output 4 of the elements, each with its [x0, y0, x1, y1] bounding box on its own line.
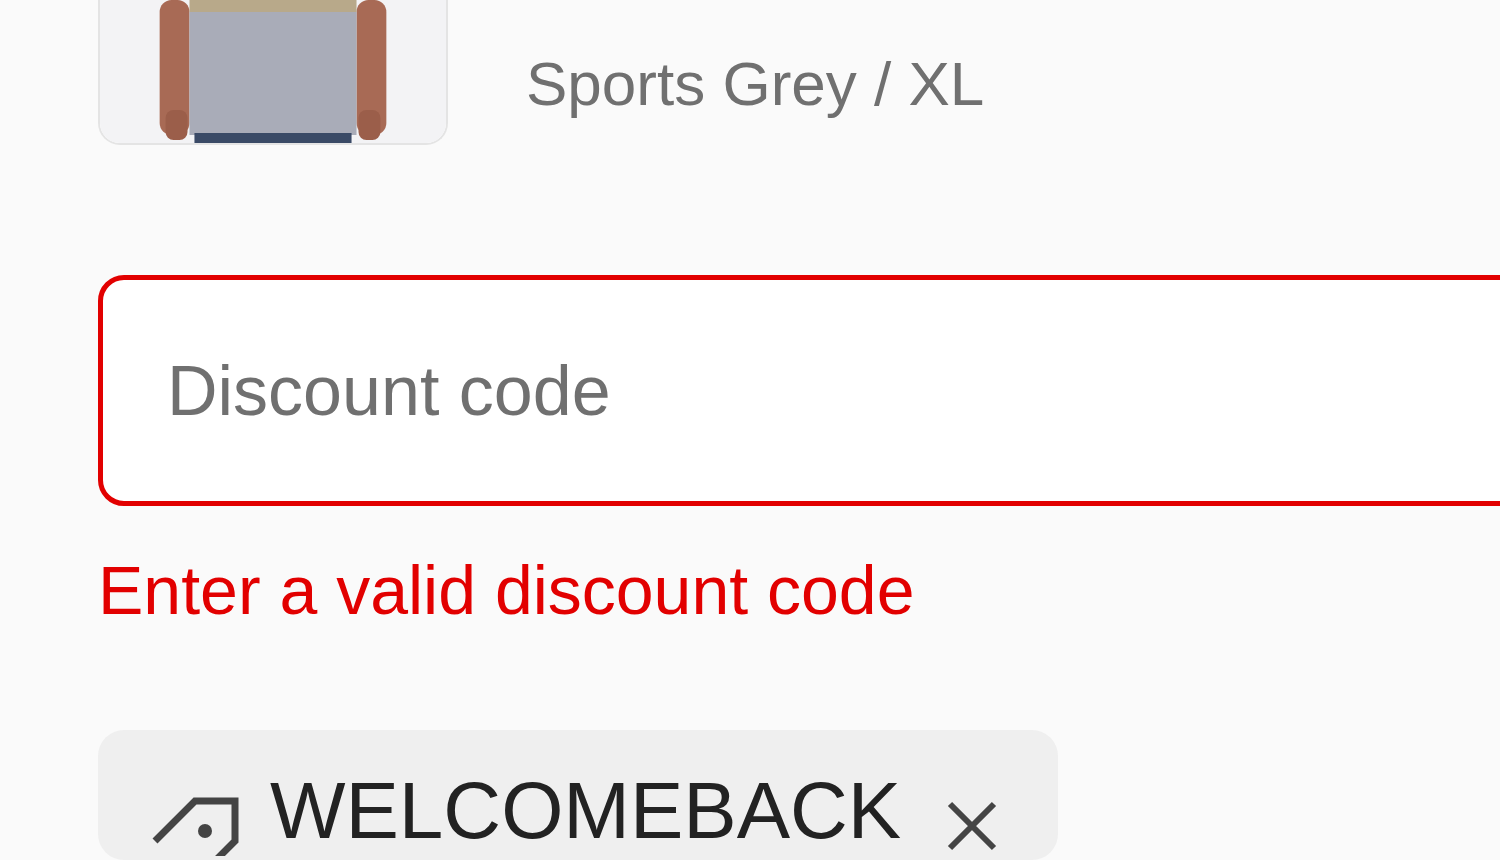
error-message: Enter a valid discount code: [98, 551, 916, 630]
code-label: WELCOMEBACK: [270, 766, 902, 856]
variant-text: Sports Grey / XL: [526, 48, 985, 120]
discount-code-field[interactable]: Discount code: [98, 275, 1500, 506]
